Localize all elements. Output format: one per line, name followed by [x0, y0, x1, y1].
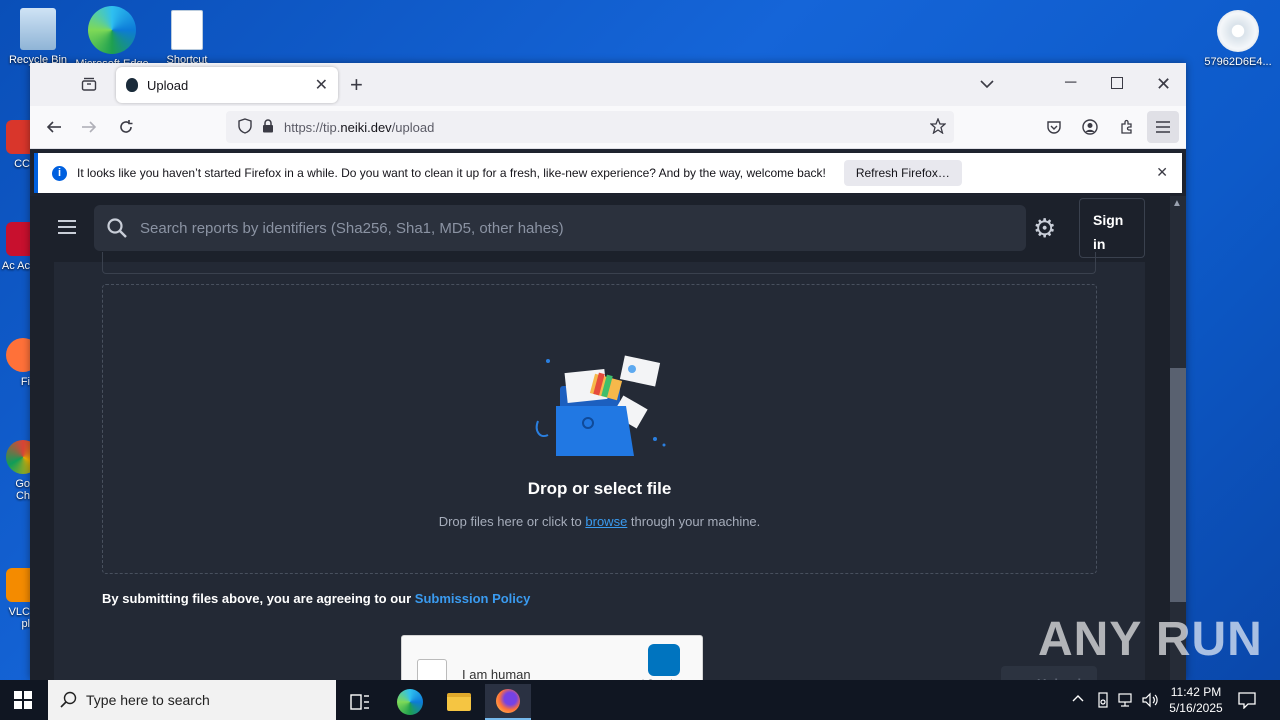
- new-tab-button[interactable]: +: [350, 74, 363, 96]
- scroll-up-icon[interactable]: ▲: [1172, 198, 1182, 209]
- captcha-label: I am human: [462, 667, 531, 680]
- windows-start-icon[interactable]: [14, 691, 32, 709]
- taskbar-clock[interactable]: 11:42 PM 5/16/2025: [1164, 684, 1228, 716]
- recycle-bin-icon: [20, 8, 56, 50]
- list-all-tabs-icon[interactable]: [980, 77, 994, 93]
- search-placeholder: Search reports by identifiers (Sha256, S…: [140, 219, 564, 237]
- upload-content: Drop or select file Drop files here or c…: [54, 252, 1145, 680]
- refresh-firefox-button[interactable]: Refresh Firefox…: [843, 160, 962, 186]
- extensions-icon[interactable]: [1119, 119, 1135, 139]
- disc-icon: [1217, 10, 1259, 52]
- anyrun-watermark: ANY RUN: [1038, 613, 1263, 666]
- taskbar: Type here to search 11:42 PM 5/16/2025: [0, 680, 1280, 720]
- desktop-icon-partial-firefox[interactable]: Fi: [0, 338, 30, 388]
- url-bar[interactable]: https://tip. neiki.dev/upload: [226, 111, 954, 143]
- back-icon[interactable]: [46, 119, 62, 139]
- taskbar-firefox-icon[interactable]: [485, 684, 531, 720]
- site-favicon-icon: [126, 78, 138, 92]
- chrome-icon: [6, 440, 30, 474]
- tracking-protection-icon[interactable]: [238, 117, 252, 137]
- desktop-icon-label: CC: [14, 158, 30, 170]
- scrollbar-thumb[interactable]: [1170, 368, 1186, 602]
- desktop-icon-file[interactable]: 57962D6E4...: [1200, 10, 1276, 68]
- image-file-icon: [171, 10, 203, 50]
- url-prefix: https://tip.: [284, 119, 341, 135]
- captcha-checkbox[interactable]: [417, 659, 447, 680]
- firefox-icon: [6, 338, 30, 372]
- desktop-icon-partial-acrobat[interactable]: Ac Ac: [0, 222, 30, 272]
- desktop-icon-label: VLC pl: [8, 606, 30, 630]
- notification-message: It looks like you haven’t started Firefo…: [77, 166, 826, 180]
- taskbar-search-input[interactable]: Type here to search: [48, 680, 336, 720]
- pocket-icon[interactable]: [1046, 119, 1062, 139]
- volume-icon[interactable]: [1142, 692, 1160, 711]
- edge-icon: [88, 6, 136, 54]
- minimize-icon[interactable]: ─: [1065, 75, 1076, 91]
- maximize-icon[interactable]: [1111, 77, 1123, 93]
- desktop-icon-partial-cc[interactable]: CC: [0, 120, 30, 170]
- acrobat-icon: [6, 222, 30, 256]
- tab-title: Upload: [147, 77, 189, 93]
- tray-device-icon[interactable]: [1096, 692, 1110, 711]
- url-host: neiki.dev: [340, 119, 392, 135]
- close-window-icon[interactable]: ✕: [1156, 75, 1171, 93]
- browser-window: Upload ✕ + ─ ✕ https://tip. neiki.dev /u…: [30, 63, 1186, 680]
- hcaptcha-logo-icon: [648, 644, 680, 676]
- bookmark-star-icon[interactable]: [929, 117, 947, 137]
- tray-chevron-icon[interactable]: [1072, 692, 1084, 706]
- navigation-toolbar: https://tip. neiki.dev/upload: [30, 106, 1186, 149]
- dropzone-title: Drop or select file: [527, 479, 672, 498]
- lock-icon[interactable]: [262, 118, 274, 136]
- taskbar-edge-icon[interactable]: [387, 684, 433, 720]
- report-search-input[interactable]: Search reports by identifiers (Sha256, S…: [94, 205, 1026, 251]
- app-menu-icon[interactable]: [1147, 111, 1179, 143]
- browse-link[interactable]: browse: [585, 514, 627, 529]
- task-view-icon[interactable]: [337, 684, 383, 720]
- page-content: Search reports by identifiers (Sha256, S…: [30, 196, 1186, 680]
- search-icon: [106, 217, 128, 243]
- tab-overview-icon[interactable]: [81, 76, 97, 96]
- clock-time: 11:42 PM: [1170, 685, 1222, 699]
- dropzone-subtitle-before: Drop files here or click to: [438, 514, 586, 529]
- previous-card-edge: [102, 252, 1096, 274]
- desktop-icon-partial-vlc[interactable]: VLC pl: [0, 568, 30, 630]
- desktop-icon-label: Ac Ac: [1, 260, 30, 272]
- refresh-firefox-notification: i It looks like you haven’t started Fire…: [34, 153, 1182, 193]
- submission-policy-notice: By submitting files above, you are agree…: [102, 591, 530, 606]
- app-icon: [6, 120, 30, 154]
- desktop-icon-shortcut[interactable]: Shortcut: [149, 10, 225, 68]
- dropzone-subtitle: Drop files here or click to browse throu…: [103, 514, 1096, 529]
- desktop-icon-recycle-bin[interactable]: Recycle Bin: [0, 8, 76, 68]
- url-path: /upload: [391, 119, 435, 135]
- info-icon: i: [52, 165, 67, 181]
- dropzone-subtitle-after: through your machine.: [627, 514, 761, 529]
- taskbar-search-placeholder: Type here to search: [86, 692, 210, 708]
- folder-illustration-icon: [535, 355, 666, 456]
- close-tab-icon[interactable]: ✕: [315, 75, 328, 95]
- clock-date: 5/16/2025: [1169, 701, 1223, 715]
- taskbar-file-explorer-icon[interactable]: [436, 684, 482, 720]
- desktop-icon-label: 57962D6E4...: [1204, 56, 1272, 68]
- file-dropzone[interactable]: Drop or select file Drop files here or c…: [102, 284, 1097, 574]
- menu-icon[interactable]: [58, 220, 76, 238]
- desktop-icon-partial-chrome[interactable]: Go Ch: [0, 440, 30, 502]
- vlc-icon: [6, 568, 30, 602]
- desktop-icon-label: Fi: [20, 376, 30, 388]
- tab-upload[interactable]: Upload ✕: [116, 67, 338, 103]
- tab-bar: Upload ✕ + ─ ✕: [30, 63, 1186, 106]
- account-icon[interactable]: [1082, 119, 1098, 139]
- hcaptcha-widget: I am human hCaptcha: [401, 635, 703, 680]
- upload-button[interactable]: Upload: [1001, 666, 1097, 680]
- policy-text: By submitting files above, you are agree…: [102, 591, 415, 606]
- submission-policy-link[interactable]: Submission Policy: [415, 591, 531, 606]
- close-notification-icon[interactable]: ✕: [1156, 164, 1168, 181]
- forward-icon[interactable]: [81, 119, 97, 139]
- notifications-icon[interactable]: [1238, 691, 1256, 712]
- desktop-icon-label: Go Ch: [15, 478, 30, 502]
- settings-gear-icon[interactable]: ⚙: [1033, 215, 1056, 241]
- sign-in-button[interactable]: Sign in: [1079, 198, 1145, 258]
- network-icon[interactable]: [1118, 692, 1136, 711]
- reload-icon[interactable]: [118, 119, 134, 139]
- search-icon: [60, 691, 78, 712]
